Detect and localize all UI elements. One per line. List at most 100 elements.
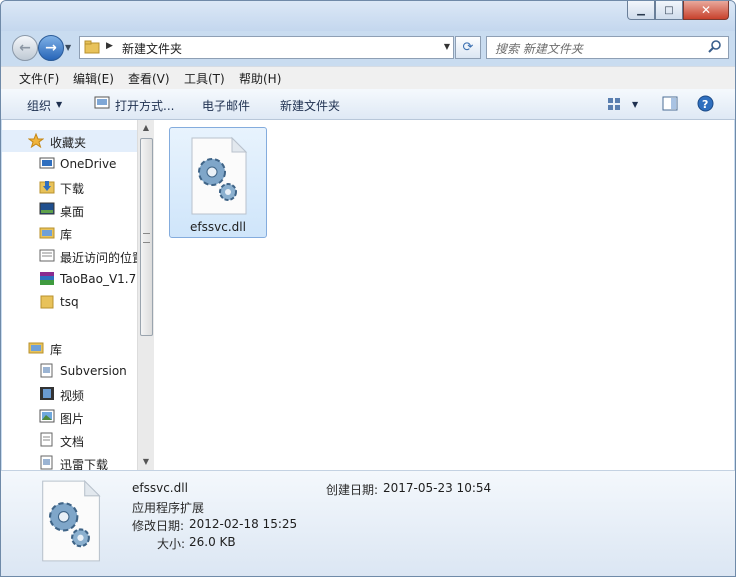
breadcrumb-chevron-icon[interactable]: ▶ — [106, 41, 113, 51]
address-dropdown-icon[interactable]: ▼ — [444, 42, 450, 51]
breadcrumb-current[interactable]: 新建文件夹 — [122, 40, 182, 57]
menu-edit[interactable]: 编辑(E) — [73, 70, 114, 87]
back-arrow-icon: ← — [19, 40, 31, 56]
details-modified-value: 2012-02-18 15:25 — [189, 517, 298, 531]
file-list: efssvc.dll — [154, 120, 734, 470]
sidebar-item-label: 迅雷下载 — [60, 458, 109, 470]
change-view-icon[interactable] — [607, 97, 621, 114]
menu-file[interactable]: 文件(F) — [19, 70, 59, 87]
sidebar-item-library[interactable]: 库 — [2, 222, 137, 244]
picture-icon — [39, 409, 55, 426]
sidebar-item-subversion[interactable]: Subversion — [2, 360, 137, 382]
new-folder-button[interactable]: 新建文件夹 — [280, 97, 340, 114]
navigation-pane: 收藏夹 OneDrive 下载 桌面 库 最近访问的位置 TaoBao_V1.7 — [2, 120, 137, 470]
menu-help[interactable]: 帮助(H) — [239, 70, 281, 87]
refresh-icon: ⟳ — [462, 40, 474, 55]
open-with-button[interactable]: 打开方式... — [115, 97, 174, 114]
sidebar-item-onedrive[interactable]: OneDrive — [2, 153, 137, 175]
navigation-scrollbar[interactable]: ▲ ▼ — [137, 120, 154, 470]
sidebar-item-label: 视频 — [60, 389, 85, 403]
sidebar-item-taobao[interactable]: TaoBao_V1.7 — [2, 268, 137, 290]
star-icon — [27, 132, 45, 151]
dll-gear-icon — [37, 479, 103, 566]
sidebar-item-desktop[interactable]: 桌面 — [2, 199, 137, 221]
menu-bar: 文件(F) 编辑(E) 查看(V) 工具(T) 帮助(H) — [1, 66, 735, 89]
recent-pages-dropdown-icon[interactable]: ▼ — [65, 43, 71, 52]
sidebar-item-label: 库 — [60, 228, 73, 242]
close-button[interactable]: ✕ — [683, 1, 729, 20]
email-button[interactable]: 电子邮件 — [202, 97, 250, 114]
back-button[interactable]: ← — [12, 35, 38, 61]
dll-gear-icon — [188, 136, 248, 219]
sidebar-item-recent[interactable]: 最近访问的位置 — [2, 245, 137, 267]
address-bar[interactable]: ▶ 新建文件夹 ▼ — [79, 36, 454, 59]
sidebar-item-label: OneDrive — [60, 157, 117, 171]
sidebar-item-label: 桌面 — [60, 205, 85, 219]
sidebar-item-downloads[interactable]: 下载 — [2, 176, 137, 198]
menu-view[interactable]: 查看(V) — [128, 70, 170, 87]
explorer-window: ▁ □ ✕ ← → ▼ ▶ 新建文件夹 ▼ ⟳ 搜索 新建文件夹 文件(F) 编… — [0, 0, 736, 577]
search-box[interactable]: 搜索 新建文件夹 — [486, 36, 729, 59]
scroll-down-icon[interactable]: ▼ — [138, 454, 154, 470]
sidebar-item-thunder-downloads[interactable]: 迅雷下载 — [2, 452, 137, 470]
details-modified-label: 修改日期: — [132, 519, 185, 533]
library-icon — [39, 225, 55, 242]
scroll-thumb[interactable] — [140, 138, 153, 336]
details-created-value: 2017-05-23 10:54 — [383, 481, 492, 495]
details-created-label: 创建日期: — [326, 483, 379, 497]
details-file-name: efssvc.dll — [132, 481, 188, 495]
maximize-button[interactable]: □ — [655, 1, 683, 20]
organize-dropdown-icon[interactable]: ▼ — [56, 100, 62, 109]
organize-button[interactable]: 组织 — [27, 97, 51, 114]
sidebar-item-label: 文档 — [60, 435, 85, 449]
sidebar-item-libraries[interactable]: 库 — [2, 337, 137, 359]
folder-icon — [39, 294, 55, 312]
scroll-up-icon[interactable]: ▲ — [138, 120, 154, 136]
sidebar-item-label: 库 — [50, 343, 63, 357]
open-with-icon — [94, 96, 110, 113]
refresh-button[interactable]: ⟳ — [455, 36, 481, 59]
document-icon — [39, 455, 55, 470]
archive-icon — [39, 271, 55, 289]
sidebar-item-favorites[interactable]: 收藏夹 — [2, 130, 137, 152]
sidebar-item-label: 下载 — [60, 182, 85, 196]
command-bar: 组织 ▼ 打开方式... 电子邮件 新建文件夹 ▼ ? — [1, 89, 735, 120]
search-icon[interactable] — [708, 40, 722, 57]
sidebar-item-pictures[interactable]: 图片 — [2, 406, 137, 428]
forward-button[interactable]: → — [38, 35, 64, 61]
preview-pane-icon[interactable] — [662, 96, 678, 114]
menu-tools[interactable]: 工具(T) — [184, 70, 225, 87]
minimize-button[interactable]: ▁ — [627, 1, 655, 20]
sidebar-item-label: 收藏夹 — [50, 136, 87, 150]
sidebar-item-tsq[interactable]: tsq — [2, 291, 137, 313]
file-item-efssvc[interactable]: efssvc.dll — [169, 127, 267, 238]
library-icon — [28, 340, 44, 357]
close-icon: ✕ — [700, 3, 712, 17]
details-pane: efssvc.dll 应用程序扩展 修改日期: 2012-02-18 15:25… — [1, 470, 735, 576]
navigation-row: ← → ▼ ▶ 新建文件夹 ▼ ⟳ 搜索 新建文件夹 — [1, 31, 735, 65]
folder-icon — [84, 40, 100, 57]
document-icon — [39, 363, 55, 381]
document-icon — [39, 432, 55, 450]
sidebar-item-videos[interactable]: 视频 — [2, 383, 137, 405]
view-dropdown-icon[interactable]: ▼ — [632, 100, 638, 109]
downloads-folder-icon — [39, 179, 55, 197]
details-size-value: 26.0 KB — [189, 535, 236, 549]
desktop-icon — [39, 202, 55, 219]
help-icon[interactable]: ? — [697, 95, 714, 115]
details-size-label: 大小: — [157, 537, 186, 551]
svg-text:?: ? — [702, 98, 708, 111]
sidebar-item-label: TaoBao_V1.7 — [60, 272, 137, 286]
sidebar-item-label: Subversion — [60, 364, 127, 378]
video-icon — [39, 386, 55, 404]
forward-arrow-icon: → — [45, 40, 57, 56]
onedrive-icon — [39, 156, 55, 173]
recent-places-icon — [39, 248, 55, 265]
file-name: efssvc.dll — [190, 220, 246, 234]
search-placeholder: 搜索 新建文件夹 — [495, 42, 583, 56]
sidebar-item-label: 图片 — [60, 412, 85, 426]
title-bar: ▁ □ ✕ — [1, 1, 735, 31]
details-file-type: 应用程序扩展 — [132, 501, 205, 515]
sidebar-item-label: tsq — [60, 295, 79, 309]
sidebar-item-documents[interactable]: 文档 — [2, 429, 137, 451]
